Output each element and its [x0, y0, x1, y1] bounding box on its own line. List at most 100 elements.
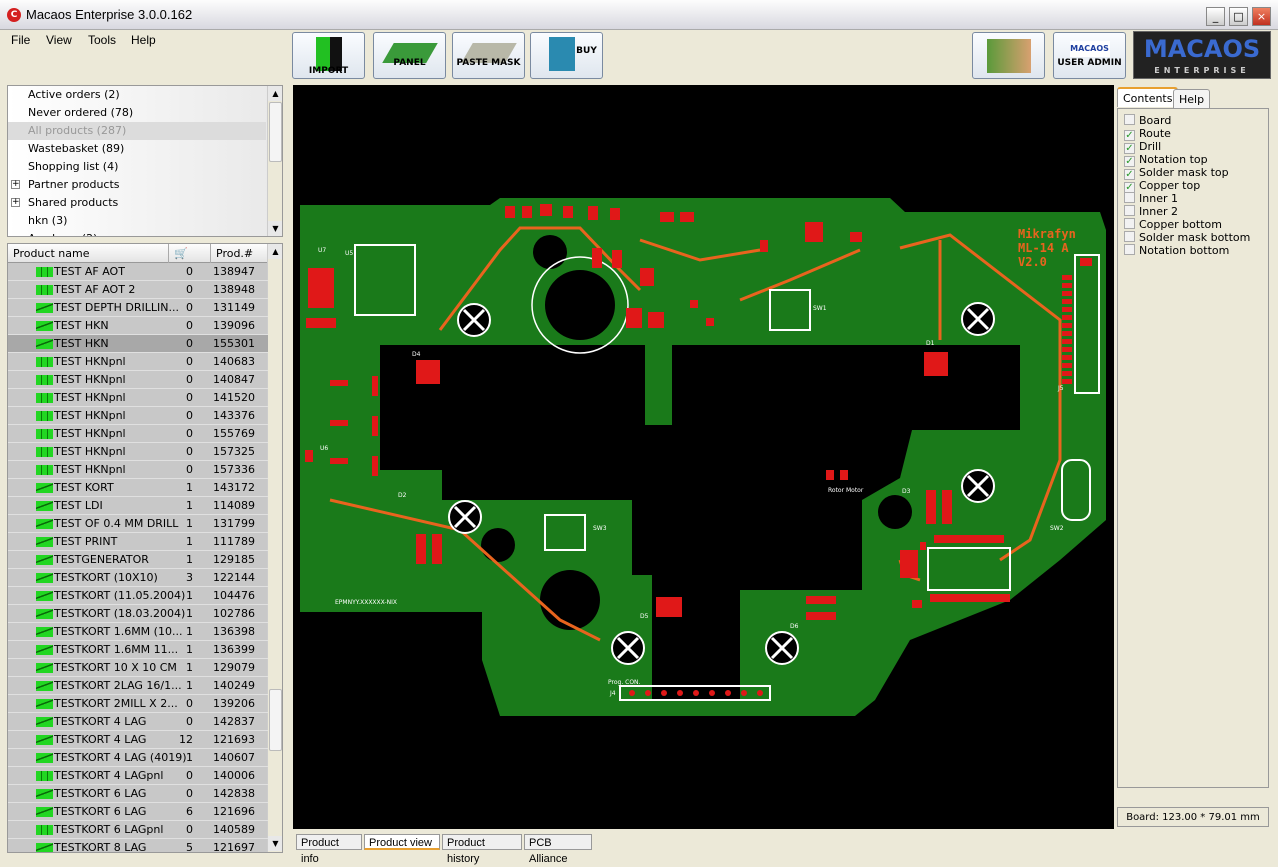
board-icon [36, 519, 53, 529]
panel-button[interactable]: PANEL [373, 32, 446, 79]
tree-item[interactable]: Wastebasket (89) [28, 140, 124, 158]
tab-product-info[interactable]: Product info [296, 834, 362, 865]
table-row[interactable]: TESTKORT 4 LAG 0 142837 [8, 713, 268, 731]
table-row[interactable]: TEST LDI 1 114089 [8, 497, 268, 515]
tree-scrollbar[interactable]: ▲ ▼ [267, 86, 282, 236]
tab-help[interactable]: Help [1173, 89, 1211, 109]
paste-mask-button[interactable]: PASTE MASK [452, 32, 525, 79]
scroll-down-button[interactable]: ▼ [268, 221, 282, 236]
tree-item[interactable]: Never ordered (78) [28, 104, 133, 122]
layer-item[interactable]: ✓ Copper top [1124, 179, 1200, 193]
table-row[interactable]: TEST HKNpnl 0 143376 [8, 407, 268, 425]
silk-label: J5 [1057, 385, 1064, 392]
layer-item[interactable]: Board [1124, 114, 1171, 127]
tree-item[interactable]: hkn (3) [28, 212, 67, 230]
table-row[interactable]: TEST HKNpnl 0 140847 [8, 371, 268, 389]
scroll-thumb[interactable] [269, 102, 282, 162]
table-row[interactable]: TESTKORT 1.6MM (10... 1 136398 [8, 623, 268, 641]
expand-icon[interactable]: + [11, 180, 20, 189]
layer-item[interactable]: Copper bottom [1124, 218, 1222, 231]
tree-item[interactable]: Acedmos (2) [28, 230, 97, 236]
tab-contents[interactable]: Contents [1117, 87, 1179, 107]
table-row[interactable]: TESTKORT (10X10) 3 122144 [8, 569, 268, 587]
menu-view[interactable]: View [46, 33, 72, 47]
scroll-down-button[interactable]: ▼ [268, 836, 282, 851]
product-name: TESTKORT 4 LAGpnl [54, 769, 164, 782]
table-row[interactable]: TEST HKNpnl 0 157325 [8, 443, 268, 461]
pad [330, 420, 348, 426]
layer-item[interactable]: Solder mask bottom [1124, 231, 1250, 244]
table-row[interactable]: TESTKORT 6 LAGpnl 0 140589 [8, 821, 268, 839]
pcb-viewer[interactable]: Mikrafyn ML-14 A V2.0 SW1 SW2 SW3 D1 D2 D3 D4 D… [293, 85, 1114, 829]
layer-checkbox[interactable] [1124, 205, 1135, 216]
menu-help[interactable]: Help [131, 33, 156, 47]
tree-item[interactable]: Shopping list (4) [28, 158, 118, 176]
close-button[interactable]: × [1252, 7, 1271, 26]
table-row[interactable]: TEST HKNpnl 0 141520 [8, 389, 268, 407]
user-admin-button[interactable]: MACAOS USER ADMIN [1053, 32, 1126, 79]
tree-item[interactable]: Partner products [28, 176, 120, 194]
table-row[interactable]: TESTKORT (18.03.2004) 1 102786 [8, 605, 268, 623]
table-row[interactable]: TESTKORT 4 LAG (4019) 1 140607 [8, 749, 268, 767]
expand-icon[interactable]: + [11, 198, 20, 207]
minimize-button[interactable]: _ [1206, 7, 1225, 26]
table-row[interactable]: TEST HKNpnl 0 157336 [8, 461, 268, 479]
tree-item[interactable]: Active orders (2) [28, 86, 120, 104]
table-row[interactable]: TEST HKNpnl 0 140683 [8, 353, 268, 371]
table-row[interactable]: TESTKORT 6 LAG 6 121696 [8, 803, 268, 821]
pad [924, 352, 948, 376]
tree-item[interactable]: All products (287) [28, 122, 126, 140]
table-row[interactable]: TESTKORT (11.05.2004) 1 104476 [8, 587, 268, 605]
table-row[interactable]: TESTKORT 8 LAG 5 121697 [8, 839, 268, 852]
buy-button[interactable]: BUY [530, 32, 603, 79]
product-number: 140847 [213, 373, 255, 386]
table-row[interactable]: TEST HKN 0 139096 [8, 317, 268, 335]
tree-item[interactable]: Shared products [28, 194, 118, 212]
import-button[interactable]: IMPORT [292, 32, 365, 79]
table-row[interactable]: TEST PRINT 1 111789 [8, 533, 268, 551]
table-row[interactable]: TEST AF AOT 2 0 138948 [8, 281, 268, 299]
table-row[interactable]: TESTKORT 2LAG 16/1... 1 140249 [8, 677, 268, 695]
layer-checkbox[interactable] [1124, 192, 1135, 203]
table-row[interactable]: TEST KORT 1 143172 [8, 479, 268, 497]
list-scrollbar[interactable]: ▲ ▼ [267, 244, 282, 852]
layer-checkbox[interactable] [1124, 114, 1135, 125]
scroll-up-button[interactable]: ▲ [268, 244, 282, 259]
table-row[interactable]: TESTKORT 4 LAG 12 121693 [8, 731, 268, 749]
menu-file[interactable]: File [11, 33, 30, 47]
scroll-thumb[interactable] [269, 689, 282, 751]
layer-item[interactable]: ✓ Route [1124, 127, 1171, 141]
menu-tools[interactable]: Tools [88, 33, 116, 47]
layer-checkbox[interactable] [1124, 244, 1135, 255]
product-number: 141520 [213, 391, 255, 404]
layer-checkbox[interactable] [1124, 231, 1135, 242]
layer-item[interactable]: Notation bottom [1124, 244, 1229, 257]
tab-pcb-alliance[interactable]: PCB Alliance [524, 834, 592, 865]
layer-item[interactable]: ✓ Drill [1124, 140, 1161, 154]
table-row[interactable]: TEST AF AOT 0 138947 [8, 263, 268, 281]
table-row[interactable]: TEST HKNpnl 0 155769 [8, 425, 268, 443]
table-row[interactable]: TESTKORT 1.6MM 11... 1 136399 [8, 641, 268, 659]
tab-product-history[interactable]: Product history [442, 834, 522, 865]
table-row[interactable]: TESTKORT 2MILL X 2... 0 139206 [8, 695, 268, 713]
column-prod-number[interactable]: Prod.# [211, 244, 268, 263]
column-product-name[interactable]: Product name [8, 244, 169, 263]
table-row[interactable]: TEST HKN 0 155301 [8, 335, 268, 353]
table-row[interactable]: TEST DEPTH DRILLIN... 0 131149 [8, 299, 268, 317]
partner-button[interactable] [972, 32, 1045, 79]
product-number: 143376 [213, 409, 255, 422]
table-row[interactable]: TESTGENERATOR 1 129185 [8, 551, 268, 569]
table-row[interactable]: TESTKORT 10 X 10 CM 1 129079 [8, 659, 268, 677]
layer-item[interactable]: ✓ Solder mask top [1124, 166, 1229, 180]
scroll-up-button[interactable]: ▲ [268, 86, 282, 101]
table-row[interactable]: TEST OF 0.4 MM DRILL 1 131799 [8, 515, 268, 533]
column-cart[interactable]: 🛒 [169, 244, 211, 263]
tab-product-view[interactable]: Product view [364, 834, 440, 850]
layer-item[interactable]: ✓ Notation top [1124, 153, 1208, 167]
layer-item[interactable]: Inner 1 [1124, 192, 1178, 205]
layer-checkbox[interactable] [1124, 218, 1135, 229]
maximize-button[interactable]: □ [1229, 7, 1248, 26]
table-row[interactable]: TESTKORT 4 LAGpnl 0 140006 [8, 767, 268, 785]
layer-item[interactable]: Inner 2 [1124, 205, 1178, 218]
table-row[interactable]: TESTKORT 6 LAG 0 142838 [8, 785, 268, 803]
